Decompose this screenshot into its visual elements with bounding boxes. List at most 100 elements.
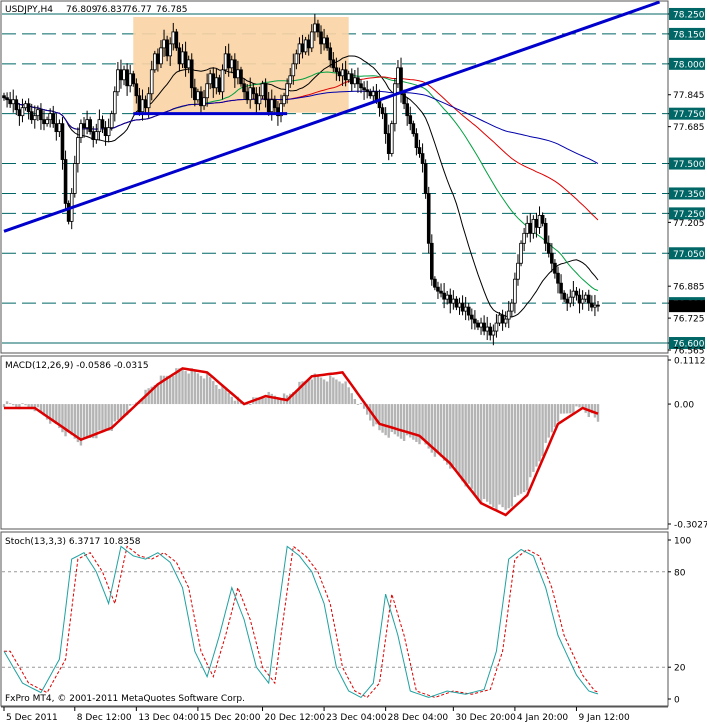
macd-bar bbox=[67, 404, 70, 432]
candle-body bbox=[571, 290, 576, 298]
macd-bar bbox=[209, 377, 212, 405]
price-tick-label: 76.565 bbox=[673, 347, 705, 357]
stoch-panel[interactable]: Stoch(13,3,3) 6.3717 10.8358 FxPro MT4, … bbox=[0, 531, 691, 707]
macd-bar bbox=[553, 404, 557, 428]
candle-body bbox=[316, 23, 320, 33]
candle-body bbox=[340, 69, 345, 77]
candle-body bbox=[79, 123, 83, 139]
macd-bar bbox=[227, 392, 230, 405]
candle-body bbox=[54, 123, 59, 133]
macd-bar bbox=[344, 381, 347, 405]
candle-body bbox=[306, 39, 311, 49]
candle-body bbox=[159, 47, 163, 65]
macd-tick-label: 0.00 bbox=[674, 401, 694, 411]
candle-body bbox=[189, 59, 194, 89]
macd-bar bbox=[310, 379, 313, 405]
candle-body bbox=[143, 99, 148, 109]
candle-body bbox=[593, 304, 597, 308]
candle-body bbox=[374, 91, 379, 101]
macd-bar bbox=[547, 404, 550, 438]
candle-body bbox=[97, 119, 102, 133]
macd-tick-label: 0.1112 bbox=[674, 357, 706, 367]
candle-body bbox=[269, 99, 274, 113]
candle-body bbox=[291, 63, 296, 77]
time-tick-label: 15 Dec 20:00 bbox=[200, 713, 261, 723]
candle-body bbox=[72, 163, 77, 194]
macd-bar bbox=[347, 387, 350, 405]
macd-bar bbox=[507, 404, 510, 509]
macd-bar bbox=[270, 393, 273, 405]
candle-body bbox=[288, 75, 293, 85]
candle-body bbox=[454, 298, 459, 308]
macd-bar bbox=[544, 404, 547, 443]
macd-bar bbox=[458, 404, 461, 477]
candle-body bbox=[263, 83, 268, 101]
candle-body bbox=[445, 294, 449, 300]
macd-bar bbox=[335, 379, 338, 405]
candle-body bbox=[362, 87, 366, 91]
macd-bar bbox=[578, 404, 581, 408]
macd-bar bbox=[522, 404, 526, 493]
macd-bar bbox=[439, 404, 443, 457]
candle-body bbox=[233, 59, 237, 79]
candle-body bbox=[411, 123, 416, 135]
macd-tick-label: -0.3027 bbox=[674, 521, 707, 531]
macd-bar bbox=[325, 381, 329, 405]
macd-bar bbox=[168, 375, 172, 405]
candle-body bbox=[556, 272, 560, 284]
candle-body bbox=[122, 69, 126, 81]
macd-bar bbox=[498, 404, 501, 505]
candle-body bbox=[522, 232, 526, 244]
macd-panel[interactable]: MACD(12,26,9) -0.0586 -0.0315 0.1112 0.00… bbox=[0, 355, 707, 531]
candle-body bbox=[294, 53, 299, 65]
macd-bar bbox=[329, 375, 332, 405]
macd-bar bbox=[470, 404, 474, 489]
price-panel[interactable]: USDJPY,H4 76.809 76.837 76.77 76.785 78.… bbox=[0, 0, 705, 357]
macd-bar bbox=[202, 378, 206, 405]
macd-bar bbox=[356, 404, 360, 405]
macd-bar bbox=[233, 400, 237, 405]
candle-body bbox=[171, 31, 176, 45]
candle-body bbox=[177, 47, 182, 65]
candle-body bbox=[153, 53, 157, 71]
macd-bar bbox=[113, 404, 116, 422]
time-tick-label: 8 Dec 12:00 bbox=[77, 713, 132, 723]
candle-body bbox=[349, 73, 354, 85]
candle-body bbox=[494, 322, 499, 332]
candle-body bbox=[359, 83, 363, 89]
macd-bar bbox=[128, 404, 132, 406]
macd-bar bbox=[319, 377, 323, 405]
macd-bar bbox=[172, 376, 175, 405]
macd-bar bbox=[107, 404, 110, 431]
candle-body bbox=[60, 123, 65, 160]
candle-body bbox=[103, 127, 108, 137]
macd-bar bbox=[249, 404, 252, 405]
macd-bar bbox=[64, 404, 67, 437]
candle-body bbox=[106, 127, 111, 137]
price-tick-label: 76.725 bbox=[673, 315, 705, 325]
macd-bar bbox=[556, 404, 560, 422]
macd-bar bbox=[510, 404, 514, 507]
candle-body bbox=[497, 314, 502, 324]
macd-bar bbox=[119, 404, 123, 419]
macd-bar bbox=[353, 399, 357, 405]
macd-bar bbox=[575, 404, 578, 407]
macd-bar bbox=[313, 373, 317, 405]
price-tick-label: 78.250 bbox=[673, 10, 705, 20]
candle-body bbox=[131, 73, 136, 85]
chart-svg[interactable]: USDJPY,H4 76.809 76.837 76.77 76.785 78.… bbox=[0, 0, 707, 723]
ohlc-high: 76.837 bbox=[96, 5, 128, 15]
candle-body bbox=[433, 278, 437, 288]
candle-body bbox=[470, 314, 474, 320]
candle-body bbox=[254, 93, 259, 105]
candle-body bbox=[408, 115, 413, 125]
candle-body bbox=[248, 87, 253, 101]
candle-body bbox=[346, 73, 351, 81]
candle-body bbox=[229, 59, 234, 69]
candle-body bbox=[149, 69, 154, 95]
macd-bar bbox=[569, 404, 572, 414]
macd-bar bbox=[529, 404, 532, 478]
price-tick-label: 76.885 bbox=[673, 283, 705, 293]
candle-body bbox=[396, 67, 400, 85]
candle-body bbox=[543, 222, 548, 244]
